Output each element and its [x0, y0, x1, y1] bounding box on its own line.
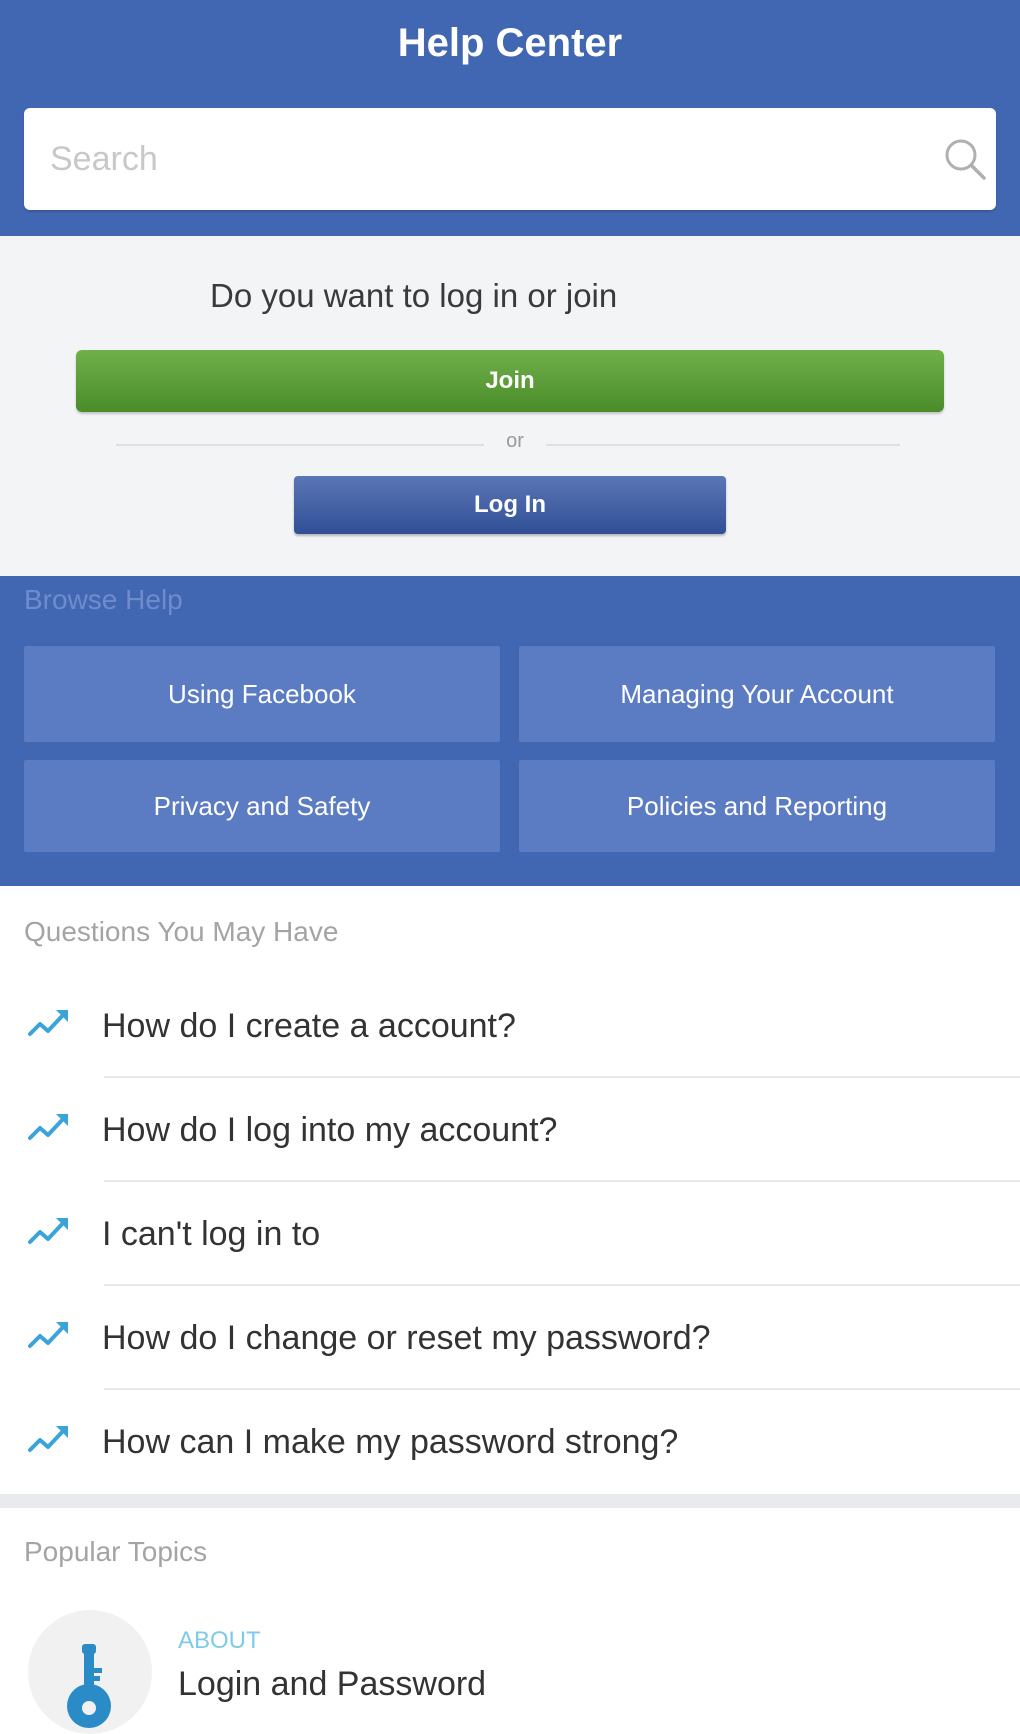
trending-icon — [28, 1426, 68, 1452]
question-text: How can I make my password strong? — [102, 1423, 679, 1461]
topic-managing-account[interactable]: Managing Your Account — [519, 646, 995, 742]
question-item[interactable]: I can't log in to — [0, 1182, 1020, 1286]
login-button[interactable]: Log In — [294, 476, 726, 534]
divider-right — [546, 444, 900, 446]
question-item[interactable]: How can I make my password strong? — [0, 1390, 1020, 1494]
trending-icon — [28, 1218, 68, 1244]
search-box[interactable] — [24, 108, 996, 210]
trending-icon — [28, 1322, 68, 1348]
join-button[interactable]: Join — [76, 350, 944, 412]
browse-help-title: Browse Help — [24, 584, 183, 615]
browse-help-panel: Browse Help Using Facebook Managing Your… — [0, 576, 1020, 886]
topic-name: Login and Password — [178, 1665, 487, 1703]
trending-icon — [28, 1114, 68, 1140]
popular-topics-title: Popular Topics — [24, 1536, 208, 1567]
topic-category: ABOUT — [178, 1627, 261, 1654]
question-text: How do I log into my account? — [102, 1111, 558, 1149]
login-panel: Do you want to log in or join Join or Lo… — [0, 236, 1020, 576]
topic-privacy-safety[interactable]: Privacy and Safety — [24, 760, 500, 852]
question-text: I can't log in to — [102, 1215, 321, 1253]
section-divider — [0, 1494, 1020, 1508]
question-text: How do I change or reset my password? — [102, 1319, 711, 1357]
question-text: How do I create a account? — [102, 1007, 516, 1045]
question-item[interactable]: How do I log into my account? — [0, 1078, 1020, 1182]
topic-using-facebook[interactable]: Using Facebook — [24, 646, 500, 742]
search-icon[interactable] — [942, 136, 988, 182]
page-title: Help Center — [397, 21, 623, 65]
questions-title: Questions You May Have — [24, 916, 339, 947]
divider-or-label: or — [506, 430, 524, 452]
search-input[interactable] — [48, 130, 912, 188]
topic-thumbnail — [28, 1610, 152, 1734]
popular-topic-item[interactable]: ABOUT Login and Password — [0, 1602, 1020, 1734]
question-item[interactable]: How do I change or reset my password? — [0, 1286, 1020, 1390]
header: Help Center — [0, 0, 1020, 236]
divider-left — [116, 444, 484, 446]
login-question: Do you want to log in or join — [210, 277, 618, 314]
trending-icon — [28, 1010, 68, 1036]
key-icon — [67, 1644, 111, 1728]
topic-policies-reporting[interactable]: Policies and Reporting — [519, 760, 995, 852]
question-item[interactable]: How do I create a account? — [0, 974, 1020, 1078]
